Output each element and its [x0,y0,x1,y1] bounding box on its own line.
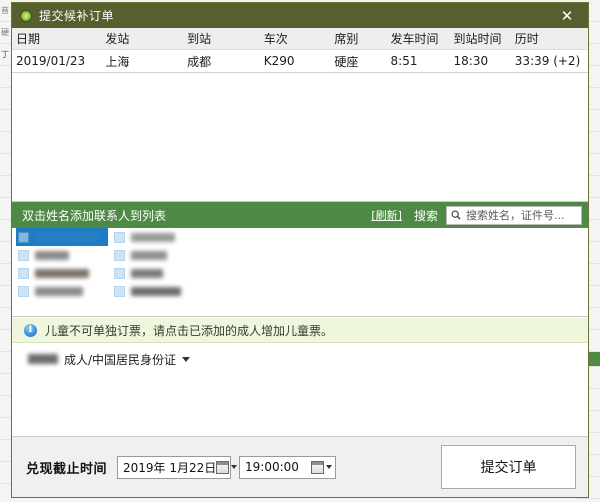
redacted-name [131,250,167,260]
cell-arrive: 18:30 [453,54,489,68]
search-box[interactable] [446,205,582,225]
info-notice: i 儿童不可单独订票，请点击已添加的成人增加儿童票。 [12,317,588,343]
passenger-row[interactable]: 成人/中国居民身份证 [12,350,588,368]
cell-to: 成都 [187,54,212,69]
deadline-date-picker[interactable]: 2019年 1月22日 [117,455,238,479]
cell-depart: 8:51 [390,54,418,68]
redacted-name [131,232,175,242]
refresh-link[interactable]: [刷新] [371,207,402,223]
redacted-name [35,268,89,278]
list-item[interactable] [16,228,108,246]
column-header-arrive: 到站时间 [453,32,502,46]
contacts-column-2 [112,228,204,300]
list-item[interactable] [16,264,108,282]
redacted-name [131,286,181,296]
deadline-time-picker[interactable]: 19:00:00 [239,455,337,479]
chevron-down-icon[interactable] [231,465,238,469]
table-row[interactable]: 2019/01/23 上海 成都 K290 硬座 8:51 18:30 33:3… [12,50,588,72]
redacted-name [35,232,97,242]
checkbox-icon[interactable] [18,285,29,297]
chevron-down-icon[interactable] [326,465,333,469]
column-header-train-no: 车次 [263,32,288,46]
dialog-titlebar[interactable]: 提交候补订单 ✕ [12,3,588,28]
deadline-date-value: 2019年 1月22日 [123,460,217,475]
column-header-from: 发站 [105,32,130,46]
chevron-down-icon[interactable] [182,356,191,362]
column-header-depart: 发车时间 [390,32,439,46]
notice-text: 儿童不可单独订票，请点击已添加的成人增加儿童票。 [45,323,334,338]
redacted-name [131,268,163,278]
search-input[interactable] [464,207,577,223]
close-icon[interactable]: ✕ [546,3,588,28]
column-header-to: 到站 [187,32,212,46]
calendar-icon [311,460,325,474]
cell-seat: 硬座 [334,54,359,69]
train-list-empty-area [12,73,588,202]
contacts-hint-label: 双击姓名添加联系人到列表 [22,208,167,223]
search-icon [451,210,461,220]
checkbox-icon[interactable] [114,249,125,261]
search-label: 搜索 [413,208,438,223]
submit-waitlist-order-dialog: 提交候补订单 ✕ 日期 发站 到站 车次 席别 发车时间 到站时间 历时 201… [11,2,589,498]
list-item[interactable] [16,246,108,264]
column-header-date: 日期 [16,32,41,46]
redacted-name [35,250,69,260]
checkbox-icon[interactable] [18,231,29,243]
app-circle-icon [20,9,32,22]
calendar-icon [216,460,230,474]
list-item[interactable] [112,264,204,282]
info-icon: i [24,323,37,337]
dialog-footer: 兑现截止时间 2019年 1月22日 19:00:00 提交订单 [12,437,588,497]
contacts-toolbar: 双击姓名添加联系人到列表 [刷新] 搜索 [12,202,588,228]
column-header-seat: 席别 [334,32,359,46]
list-item[interactable] [112,228,204,246]
checkbox-icon[interactable] [114,285,125,297]
list-item[interactable] [112,282,204,300]
cell-duration: 33:39 (+2) [514,54,581,68]
checkbox-icon[interactable] [18,267,29,279]
cell-train-no: K290 [263,54,295,68]
dialog-title: 提交候补订单 [39,9,115,23]
cell-date: 2019/01/23 [16,54,86,68]
submit-order-button[interactable]: 提交订单 [441,445,576,489]
checkbox-icon[interactable] [18,249,29,261]
list-item[interactable] [16,282,108,300]
cell-from: 上海 [105,54,130,69]
redacted-passenger-name [28,354,58,364]
passengers-list: 成人/中国居民身份证 [12,343,588,437]
deadline-time-value: 19:00:00 [245,460,299,474]
list-item[interactable] [112,246,204,264]
deadline-label: 兑现截止时间 [26,461,108,477]
passenger-type-label: 成人/中国居民身份证 [64,352,177,367]
checkbox-icon[interactable] [114,267,125,279]
checkbox-icon[interactable] [114,231,125,243]
table-header-row: 日期 发站 到站 车次 席别 发车时间 到站时间 历时 [12,28,588,50]
contacts-list[interactable] [12,228,588,317]
contacts-column-1 [16,228,108,300]
redacted-name [35,286,83,296]
train-table: 日期 发站 到站 车次 席别 发车时间 到站时间 历时 2019/01/23 上… [12,28,588,73]
column-header-duration: 历时 [514,32,539,46]
